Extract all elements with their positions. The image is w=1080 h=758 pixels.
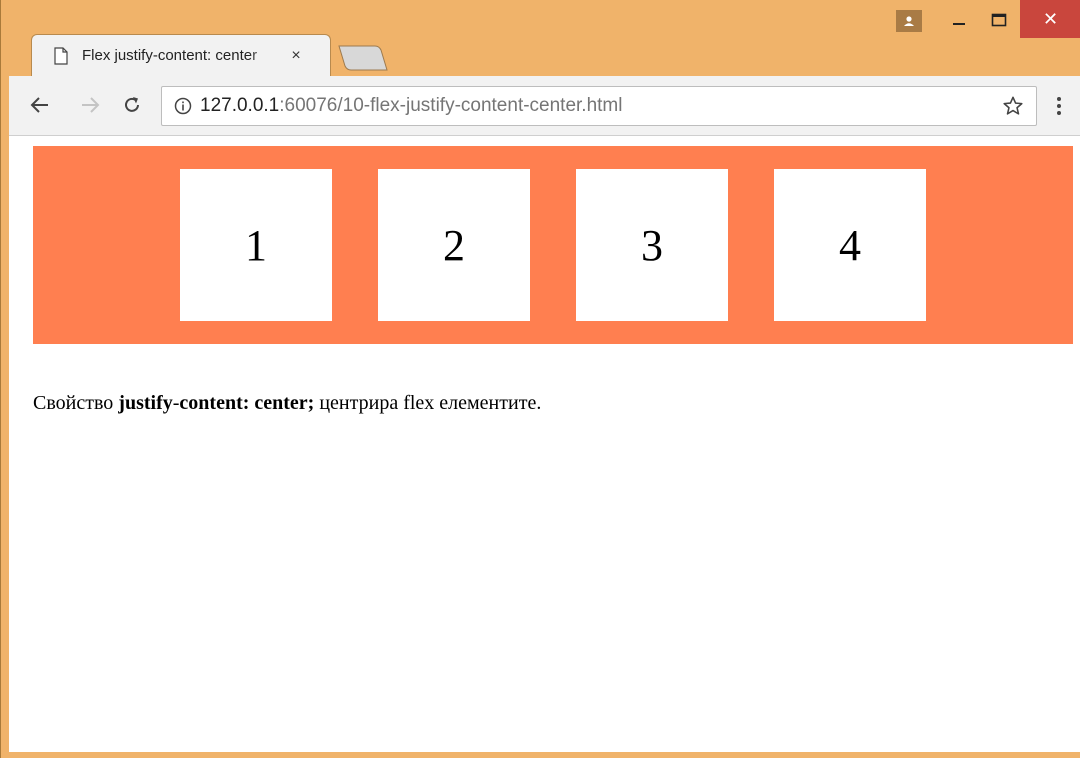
flex-item-4: 4 <box>774 169 926 321</box>
tab-close-icon[interactable]: × <box>288 47 304 65</box>
info-icon[interactable] <box>174 97 192 115</box>
tab-title: Flex justify-content: center <box>82 47 258 64</box>
user-icon[interactable] <box>896 10 922 32</box>
page-icon <box>54 46 70 65</box>
flex-item-3: 3 <box>576 169 728 321</box>
browser-window: Flex justify-content: center × ✕ 127.0.0… <box>0 0 1080 758</box>
description-prefix: Свойство <box>33 392 119 414</box>
star-icon[interactable] <box>1002 95 1026 119</box>
description-code-1: justify <box>118 392 173 414</box>
description-suffix: центрира flex елементите. <box>314 392 542 414</box>
maximize-icon[interactable] <box>981 6 1017 34</box>
page-content: 1 2 3 4 Свойство justify-content: center… <box>9 136 1080 752</box>
address-bar[interactable]: 127.0.0.1:60076/10-flex-justify-content-… <box>161 86 1037 126</box>
window-bottom-border <box>9 752 1080 758</box>
back-arrow-icon[interactable] <box>25 90 55 120</box>
close-icon[interactable]: ✕ <box>1020 0 1080 38</box>
new-tab-button[interactable] <box>337 44 389 72</box>
title-bar: Flex justify-content: center × ✕ <box>1 0 1080 86</box>
minimize-icon[interactable] <box>941 6 977 34</box>
description-text: Свойство justify-content: center; центри… <box>33 392 541 415</box>
reload-icon[interactable] <box>117 90 147 120</box>
menu-dots-icon[interactable] <box>1049 92 1069 120</box>
flex-item-2: 2 <box>378 169 530 321</box>
forward-arrow-icon[interactable] <box>75 90 105 120</box>
flex-container: 1 2 3 4 <box>33 146 1073 344</box>
url-path: :60076/10-flex-justify-content-center.ht… <box>279 95 623 116</box>
url-text[interactable]: 127.0.0.1:60076/10-flex-justify-content-… <box>200 95 622 117</box>
flex-item-1: 1 <box>180 169 332 321</box>
toolbar: 127.0.0.1:60076/10-flex-justify-content-… <box>9 76 1080 136</box>
description-code-2: content: center; <box>179 392 315 414</box>
url-host: 127.0.0.1 <box>200 95 280 116</box>
tab-active[interactable]: Flex justify-content: center × <box>31 34 331 76</box>
